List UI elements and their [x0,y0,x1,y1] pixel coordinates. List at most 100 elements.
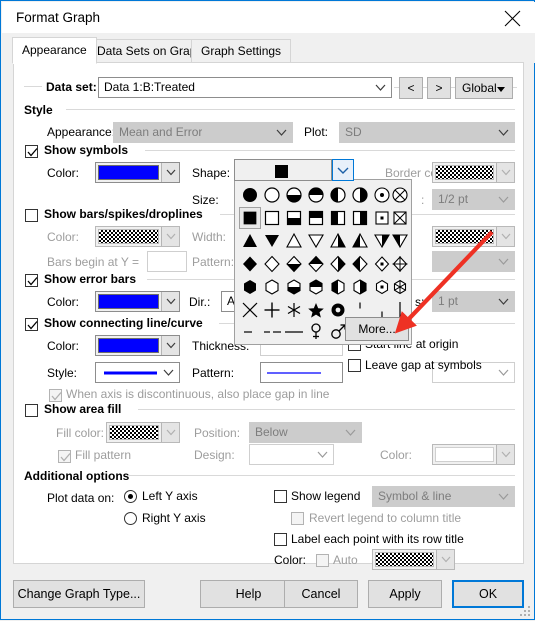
symbols-border-color-picker[interactable] [432,162,515,183]
radio-right-y-axis[interactable] [124,512,137,525]
areafill-position-combo[interactable]: Below [249,422,362,443]
symbols-color-picker[interactable] [95,162,180,183]
symbol-diamond-open[interactable] [261,253,283,275]
dataset-line-d [513,87,517,88]
symbol-circle-x[interactable] [389,184,411,206]
tab-appearance[interactable]: Appearance [12,37,97,64]
appearance-combo[interactable]: Mean and Error [113,122,293,143]
dataset-prev-button[interactable]: < [399,77,423,99]
leave-gap-symbols-checkbox[interactable] [348,359,361,372]
shape-dropdown-toggle[interactable] [332,159,354,181]
symbols-shape-label: Shape: [192,166,231,180]
symbol-triangle-up-open[interactable] [283,230,305,252]
symbol-star-filled[interactable] [305,299,327,321]
symbol-dash-short[interactable] [239,320,261,342]
dataset-combo[interactable]: Data 1:B:Treated [98,77,392,98]
symbol-diamond-left-half[interactable] [349,253,371,275]
auto-color-checkbox[interactable] [316,554,329,567]
symbol-circle-bottom-half[interactable] [283,184,305,206]
plot-combo[interactable]: SD [339,122,515,143]
symbol-hexagon-open[interactable] [261,276,283,298]
symbol-x-mark[interactable] [239,299,261,321]
symbol-diamond-filled[interactable] [239,253,261,275]
symbol-square-top-half[interactable] [305,207,327,229]
symbol-square-left-half[interactable] [327,207,349,229]
fill-pattern-checkbox[interactable] [58,450,71,463]
symbol-square-right-half[interactable] [349,207,371,229]
bars-color-picker[interactable] [95,226,180,247]
symbol-hexagon-right-half[interactable] [349,276,371,298]
show-area-fill-checkbox[interactable] [25,404,38,417]
symbol-hexagon-top-half[interactable] [305,276,327,298]
bars-begin-input[interactable] [147,251,187,272]
symbol-triangle-down-open[interactable] [305,230,327,252]
symbol-diamond-cross[interactable] [389,253,411,275]
symbol-circle-open[interactable] [261,184,283,206]
symbol-triangle-down-filled[interactable] [261,230,283,252]
legend-mode-combo[interactable]: Symbol & line [372,486,515,507]
tab-graph-settings[interactable]: Graph Settings [191,39,292,63]
gap-discontinuous-checkbox[interactable] [49,389,62,402]
chevron-down-icon [314,445,331,464]
symbol-diamond-bottom-half[interactable] [283,253,305,275]
symbol-square-open[interactable] [261,207,283,229]
apply-button[interactable]: Apply [368,580,442,608]
symbols-size-label: Size: [192,193,219,207]
symbol-diamond-top-half[interactable] [305,253,327,275]
dataset-scope-button[interactable]: Global [455,77,513,99]
symbol-circle-filled[interactable] [239,184,261,206]
close-icon [504,10,521,27]
symbol-palette[interactable]: More... [234,179,412,345]
errorbars-color-picker[interactable] [95,291,180,312]
symbol-circle-left-half[interactable] [327,184,349,206]
areafill-color2-picker[interactable] [432,444,515,465]
connecting-style-combo[interactable] [95,362,180,383]
symbol-hexagon-bottom-half[interactable] [283,276,305,298]
symbol-plus-mark[interactable] [261,299,283,321]
show-bars-checkbox[interactable] [25,209,38,222]
change-graph-type-button[interactable]: Change Graph Type... [13,580,145,608]
show-legend-checkbox[interactable] [274,490,287,503]
label-each-point-checkbox[interactable] [274,533,287,546]
dataset-next-button[interactable]: > [427,77,451,99]
show-connecting-line-checkbox[interactable] [25,318,38,331]
symbol-more-button[interactable]: More... [345,317,409,341]
bars-width-picker[interactable] [432,226,515,247]
symbol-asterisk-mark[interactable] [283,299,305,321]
symbol-circle-right-half[interactable] [349,184,371,206]
symbols-border-thickness-combo[interactable]: 1/2 pt [432,189,515,210]
radio-left-y-axis[interactable] [124,490,137,503]
areafill-design-combo[interactable] [249,444,334,465]
symbol-triangle-up-left-half[interactable] [349,230,371,252]
symbol-square-filled[interactable] [239,207,261,229]
cancel-button[interactable]: Cancel [284,580,358,608]
resize-grip[interactable] [520,606,530,616]
errorbars-thickness-combo[interactable]: 1 pt [432,291,515,312]
close-button[interactable] [490,2,535,33]
symbol-hexagon-left-half[interactable] [327,276,349,298]
show-error-bars-checkbox[interactable] [25,274,38,287]
symbol-triangle-down-left-half[interactable] [389,230,411,252]
symbol-diamond-right-half[interactable] [327,253,349,275]
ok-button[interactable]: OK [452,580,524,608]
symbol-square-bottom-half[interactable] [283,207,305,229]
plot-value: SD [345,125,362,139]
symbol-venus[interactable] [305,320,327,342]
symbol-dash-long[interactable] [283,320,305,342]
help-button[interactable]: Help [200,580,297,608]
connecting-color-picker[interactable] [95,335,180,356]
connecting-pattern-combo[interactable] [260,362,343,383]
symbol-hexagon-filled[interactable] [239,276,261,298]
symbol-square-x[interactable] [389,207,411,229]
symbol-triangle-up-right-half[interactable] [327,230,349,252]
symbol-hexagon-cross[interactable] [389,276,411,298]
shape-preview-box[interactable] [234,159,332,181]
show-symbols-checkbox[interactable] [25,145,38,158]
areafill-color-picker[interactable] [106,422,180,443]
symbol-dash-dashed[interactable] [261,320,283,342]
symbol-triangle-up-filled[interactable] [239,230,261,252]
revert-legend-checkbox[interactable] [291,512,304,525]
bars-pattern-combo[interactable] [432,251,515,272]
symbol-circle-top-half[interactable] [305,184,327,206]
auto-color-picker[interactable] [372,549,455,570]
